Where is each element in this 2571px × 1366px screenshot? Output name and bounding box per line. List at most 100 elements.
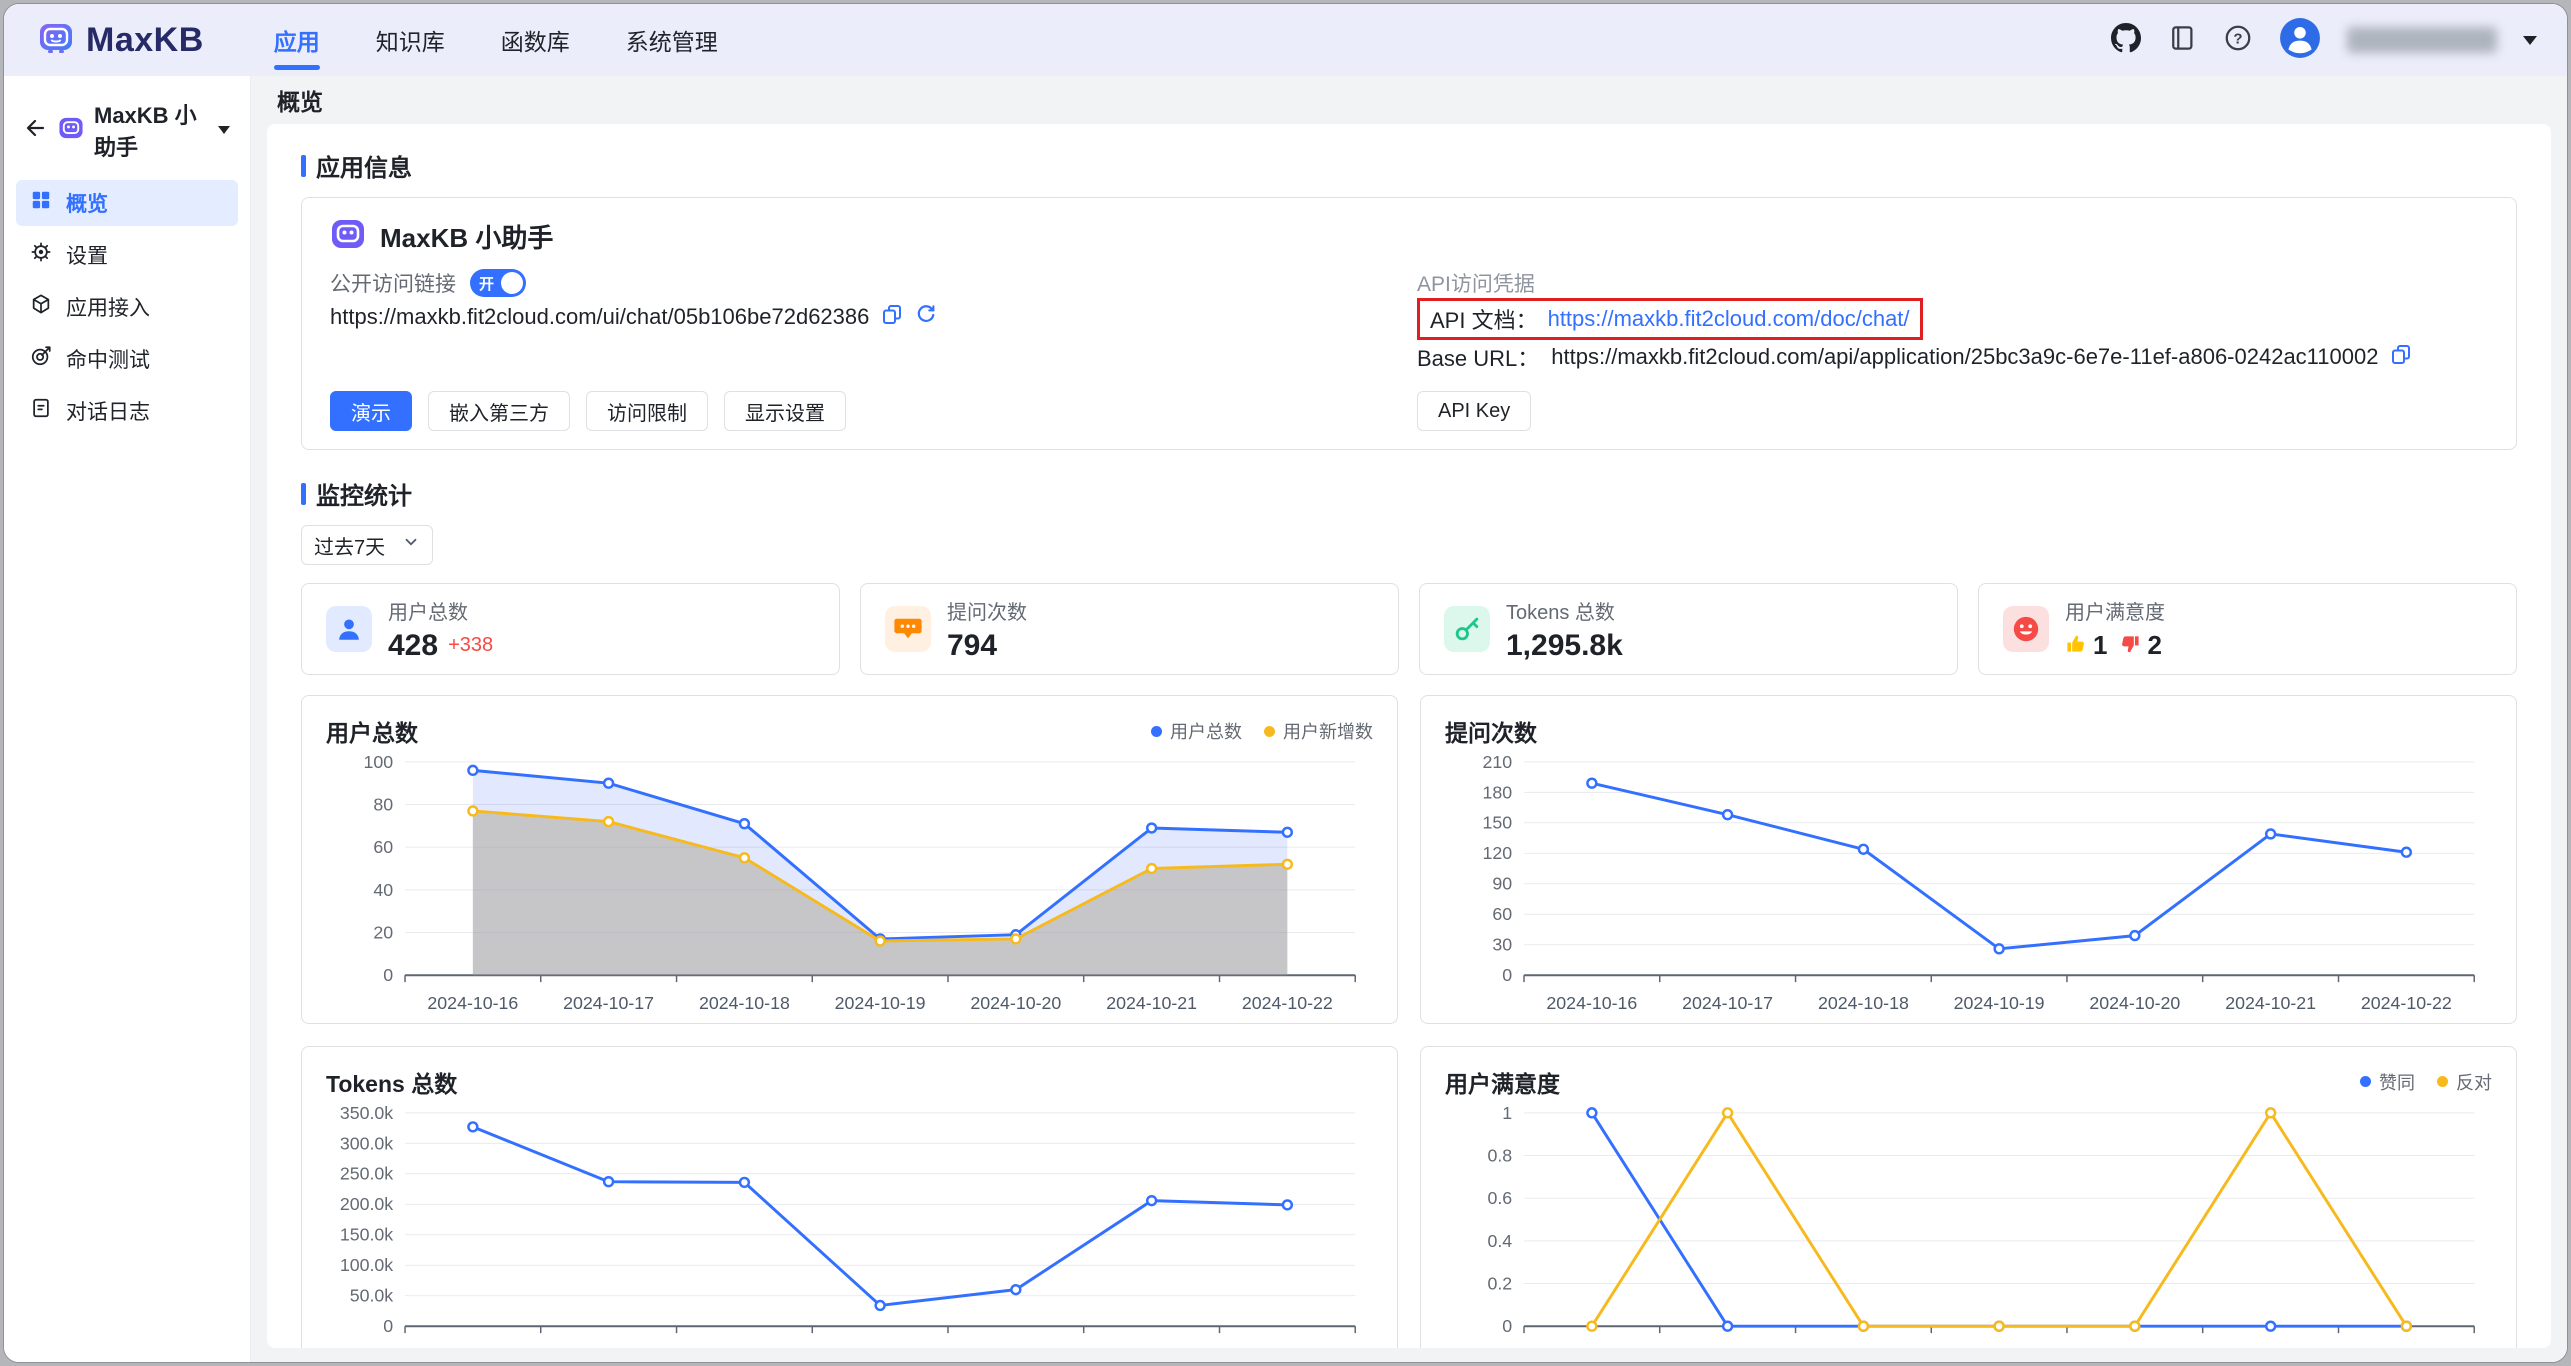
back-arrow-icon[interactable] [24, 116, 48, 145]
nav-item-knowledge[interactable]: 知识库 [376, 4, 445, 76]
public-link-label: 公开访问链接 [330, 268, 456, 298]
user-avatar[interactable] [2279, 17, 2321, 64]
sidebar-item-app-access[interactable]: 应用接入 [16, 284, 238, 330]
chat-bubble-icon [885, 606, 931, 652]
svg-text:2024-10-20: 2024-10-20 [970, 1343, 1061, 1348]
chart-svg-wrap: 050.0k100.0k150.0k200.0k250.0k300.0k350.… [326, 1101, 1373, 1348]
demo-button[interactable]: 演示 [330, 391, 412, 431]
chart-card-4: 用户满意度赞同反对00.20.40.60.812024-10-162024-10… [1420, 1046, 2517, 1348]
monitor-section-title: 监控统计 [301, 476, 2517, 511]
sidebar-item-settings[interactable]: 设置 [16, 232, 238, 278]
svg-text:2024-10-21: 2024-10-21 [2225, 1343, 2316, 1348]
thumb-up-icon [2065, 629, 2087, 663]
sidebar-item-chat-logs[interactable]: 对话日志 [16, 388, 238, 434]
svg-text:2024-10-16: 2024-10-16 [427, 1343, 518, 1348]
nav-item-apps[interactable]: 应用 [274, 4, 320, 76]
svg-text:2024-10-21: 2024-10-21 [1106, 993, 1197, 1013]
stats-grid: 用户总数 428+338 提问次数 794 [301, 583, 2517, 675]
content-panel: 应用信息 MaxKB 小助手 [267, 124, 2551, 1348]
svg-text:80: 80 [373, 794, 393, 814]
help-icon[interactable]: ? [2223, 23, 2253, 58]
nav-item-functions[interactable]: 函数库 [501, 4, 570, 76]
refresh-icon[interactable] [915, 303, 937, 331]
gear-icon [30, 241, 52, 269]
stat-delta: +338 [448, 634, 493, 657]
svg-text:2024-10-22: 2024-10-22 [2361, 993, 2452, 1013]
maxkb-logo[interactable]: MaxKB [38, 20, 204, 61]
current-app-name: MaxKB 小助手 [94, 98, 208, 162]
user-menu-caret-icon[interactable] [2523, 36, 2537, 45]
package-icon [30, 293, 52, 321]
svg-text:2024-10-16: 2024-10-16 [427, 993, 518, 1013]
svg-text:0.4: 0.4 [1487, 1230, 1512, 1250]
chart-legend: 赞同反对 [2360, 1069, 2492, 1095]
svg-text:100: 100 [364, 752, 394, 772]
svg-text:150.0k: 150.0k [340, 1224, 393, 1244]
legend-item[interactable]: 反对 [2437, 1069, 2492, 1095]
thumb-down-icon [2119, 629, 2141, 663]
nav-item-system[interactable]: 系统管理 [626, 4, 718, 76]
sidebar-item-label: 概览 [66, 188, 108, 218]
svg-text:2024-10-22: 2024-10-22 [1242, 993, 1333, 1013]
maxkb-robot-icon [38, 20, 74, 61]
time-range-value: 过去7天 [314, 531, 385, 560]
svg-text:2024-10-21: 2024-10-21 [1106, 1343, 1197, 1348]
svg-text:2024-10-18: 2024-10-18 [699, 993, 790, 1013]
charts-grid: 用户总数用户总数用户新增数0204060801002024-10-162024-… [301, 695, 2517, 1348]
api-key-button[interactable]: API Key [1417, 391, 1531, 431]
legend-item[interactable]: 赞同 [2360, 1069, 2415, 1095]
chart-card-2: 提问次数03060901201501802102024-10-162024-10… [1420, 695, 2517, 1024]
chart-plot: 03060901201501802102024-10-162024-10-172… [1445, 750, 2492, 1017]
stat-card-users: 用户总数 428+338 [301, 583, 840, 675]
chart-card-3: Tokens 总数050.0k100.0k150.0k200.0k250.0k3… [301, 1046, 1398, 1348]
svg-text:150: 150 [1483, 813, 1513, 833]
user-name-redacted [2347, 27, 2497, 53]
app-info-section-title: 应用信息 [301, 148, 2517, 183]
sidebar-item-overview[interactable]: 概览 [16, 180, 238, 226]
access-restriction-button[interactable]: 访问限制 [586, 391, 708, 431]
svg-text:2024-10-20: 2024-10-20 [2089, 1343, 2180, 1348]
svg-text:2024-10-21: 2024-10-21 [2225, 993, 2316, 1013]
copy-icon[interactable] [881, 303, 903, 331]
legend-dot-icon [1151, 726, 1162, 737]
app-robot-icon [58, 115, 84, 146]
legend-item[interactable]: 用户总数 [1151, 718, 1242, 744]
target-icon [30, 345, 52, 373]
svg-text:250.0k: 250.0k [340, 1163, 393, 1183]
sidebar-item-label: 命中测试 [66, 344, 150, 374]
stat-card-questions: 提问次数 794 [860, 583, 1399, 675]
public-link-toggle[interactable]: 开 [470, 269, 526, 297]
svg-text:0: 0 [1502, 965, 1512, 985]
svg-text:30: 30 [1492, 935, 1512, 955]
app-window: MaxKB 应用 知识库 函数库 系统管理 ? [3, 3, 2568, 1363]
svg-text:0.6: 0.6 [1487, 1188, 1512, 1208]
legend-item[interactable]: 用户新增数 [1264, 718, 1373, 744]
svg-text:2024-10-22: 2024-10-22 [1242, 1343, 1333, 1348]
svg-text:100.0k: 100.0k [340, 1255, 393, 1275]
svg-text:2024-10-17: 2024-10-17 [1682, 1343, 1773, 1348]
svg-text:40: 40 [373, 880, 393, 900]
app-selector[interactable]: MaxKB 小助手 [16, 90, 238, 180]
docs-icon[interactable] [2167, 23, 2197, 58]
github-icon[interactable] [2111, 23, 2141, 58]
svg-text:0.2: 0.2 [1487, 1273, 1512, 1293]
chart-svg-wrap: 0204060801002024-10-162024-10-172024-10-… [326, 750, 1373, 1017]
svg-text:2024-10-17: 2024-10-17 [563, 993, 654, 1013]
svg-text:2024-10-19: 2024-10-19 [835, 1343, 926, 1348]
sidebar-item-label: 设置 [66, 240, 108, 270]
embed-third-party-button[interactable]: 嵌入第三方 [428, 391, 570, 431]
svg-text:2024-10-20: 2024-10-20 [2089, 993, 2180, 1013]
time-range-select[interactable]: 过去7天 [301, 525, 433, 565]
api-doc-link[interactable]: https://maxkb.fit2cloud.com/doc/chat/ [1548, 306, 1910, 332]
svg-text:210: 210 [1483, 752, 1513, 772]
sidebar-item-hit-test[interactable]: 命中测试 [16, 336, 238, 382]
display-settings-button[interactable]: 显示设置 [724, 391, 846, 431]
svg-text:0: 0 [383, 1316, 393, 1336]
app-info-card: MaxKB 小助手 公开访问链接 开 [301, 197, 2517, 450]
legend-dot-icon [1264, 726, 1275, 737]
svg-text:200.0k: 200.0k [340, 1194, 393, 1214]
logo-text: MaxKB [86, 21, 204, 60]
copy-icon[interactable] [2390, 343, 2412, 371]
app-selector-caret-icon[interactable] [218, 126, 230, 134]
sidebar: MaxKB 小助手 概览 设置 应用接入 [4, 76, 251, 1363]
